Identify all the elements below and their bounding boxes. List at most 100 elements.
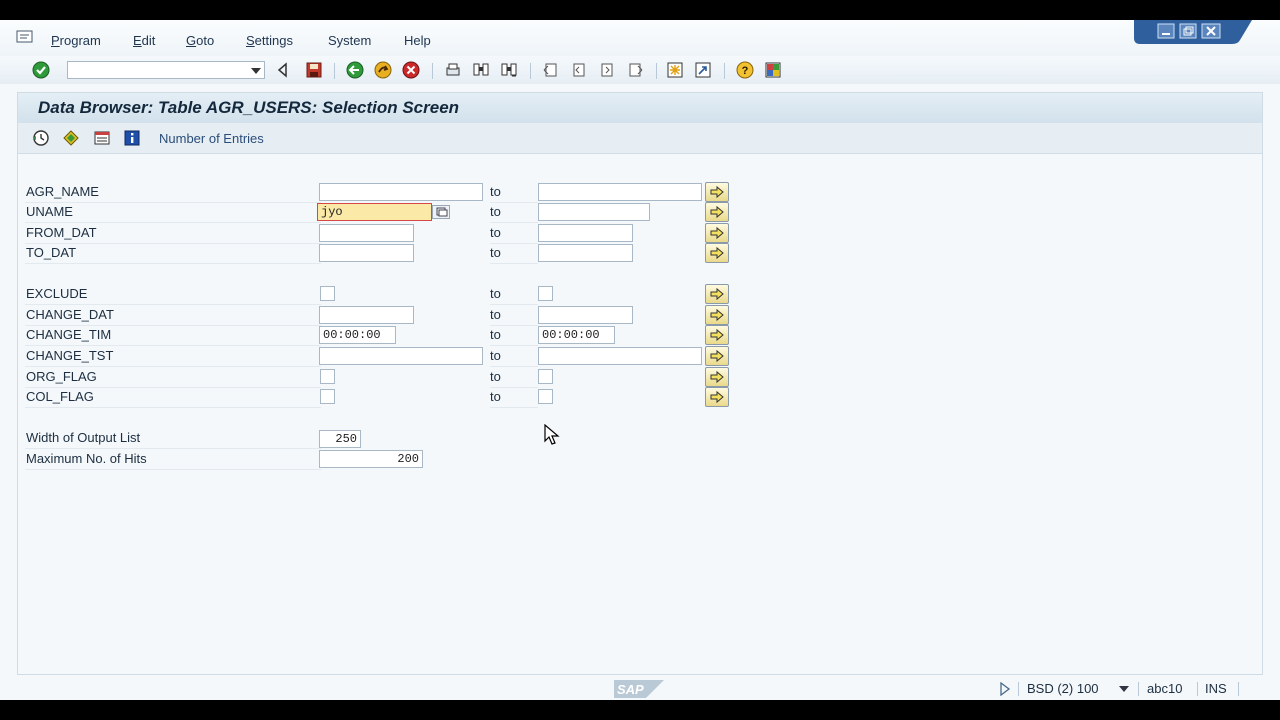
back-icon[interactable] (346, 61, 364, 79)
selection-screen: Data Browser: Table AGR_USERS: Selection… (17, 92, 1263, 675)
label-max-hits: Maximum No. of Hits (25, 450, 321, 470)
previous-page-icon[interactable] (570, 61, 588, 79)
create-session-icon[interactable] (666, 61, 684, 79)
close-icon[interactable] (1201, 23, 1221, 39)
max-hits-input[interactable]: 200 (319, 450, 423, 468)
print-icon[interactable] (444, 61, 462, 79)
menu-system[interactable]: System (328, 33, 371, 48)
help-icon[interactable]: ? (736, 61, 754, 79)
title-bar: Data Browser: Table AGR_USERS: Selection… (18, 93, 1262, 123)
org-flag-high-checkbox[interactable] (538, 369, 553, 384)
sap-window: Program Edit Goto Settings System Help ?… (0, 20, 1280, 700)
sap-logo: SAP (614, 680, 664, 698)
shortcut-icon[interactable] (694, 61, 712, 79)
uname-low-input[interactable]: jyo (317, 203, 432, 221)
col-flag-multiple-selection-button[interactable] (705, 387, 729, 407)
to-label: to (490, 183, 538, 203)
find-icon[interactable] (472, 61, 490, 79)
label-uname: UNAME (25, 203, 321, 223)
minimize-icon[interactable] (1157, 23, 1175, 39)
multiple-selection-icon[interactable] (93, 129, 111, 147)
toolbar-separator (530, 63, 531, 79)
change-dat-high-input[interactable] (538, 306, 633, 324)
from-dat-high-input[interactable] (538, 224, 633, 242)
change-tst-high-input[interactable] (538, 347, 702, 365)
org-flag-low-checkbox[interactable] (320, 369, 335, 384)
change-tim-low-input[interactable]: 00:00:00 (319, 326, 396, 344)
layout-icon[interactable] (764, 61, 782, 79)
first-page-icon[interactable] (542, 61, 560, 79)
menu-settings-rest: ettings (254, 33, 293, 48)
change-dat-multiple-selection-button[interactable] (705, 305, 729, 325)
menu-program-key: P (51, 33, 60, 48)
change-tim-multiple-selection-button[interactable] (705, 325, 729, 345)
menu-edit[interactable]: Edit (133, 33, 155, 48)
change-tst-low-input[interactable] (319, 347, 483, 365)
from-dat-multiple-selection-button[interactable] (705, 223, 729, 243)
menu-goto[interactable]: Goto (186, 33, 214, 48)
to-label: to (490, 368, 538, 388)
arrow-right-icon (710, 246, 724, 260)
menu-help[interactable]: Help (404, 33, 431, 48)
col-flag-high-checkbox[interactable] (538, 389, 553, 404)
agr-name-high-input[interactable] (538, 183, 702, 201)
menu-settings[interactable]: Settings (246, 33, 293, 48)
arrow-right-icon (710, 205, 724, 219)
toolbar-separator (656, 63, 657, 79)
menu-program[interactable]: Program (51, 33, 101, 48)
number-of-entries-button[interactable]: Number of Entries (159, 131, 264, 146)
server-info: abc10 (1147, 681, 1183, 696)
execute-icon[interactable] (32, 129, 50, 147)
next-page-icon[interactable] (598, 61, 616, 79)
exit-icon[interactable] (374, 61, 392, 79)
label-exclude: EXCLUDE (25, 285, 321, 305)
chevron-down-icon[interactable] (1119, 686, 1129, 693)
arrow-right-icon (710, 328, 724, 342)
org-flag-multiple-selection-button[interactable] (705, 367, 729, 387)
label-change-tim: CHANGE_TIM (25, 326, 321, 346)
cancel-icon[interactable] (402, 61, 420, 79)
menu-icon[interactable] (16, 30, 34, 44)
label-output-width: Width of Output List (25, 429, 321, 449)
standard-toolbar: ? (0, 56, 1280, 84)
agr-name-multiple-selection-button[interactable] (705, 182, 729, 202)
info-icon[interactable] (123, 129, 141, 147)
command-field[interactable] (67, 61, 265, 79)
menu-goto-key: G (186, 33, 197, 48)
col-flag-low-checkbox[interactable] (320, 389, 335, 404)
to-label: to (490, 306, 538, 326)
label-agr-name: AGR_NAME (25, 183, 321, 203)
last-page-icon[interactable] (626, 61, 644, 79)
change-tst-multiple-selection-button[interactable] (705, 346, 729, 366)
menu-bar: Program Edit Goto Settings System Help (0, 20, 1280, 56)
uname-multiple-selection-button[interactable] (705, 202, 729, 222)
to-dat-high-input[interactable] (538, 244, 633, 262)
play-triangle-icon[interactable] (999, 682, 1011, 696)
label-to-dat: TO_DAT (25, 244, 321, 264)
find-next-icon[interactable] (500, 61, 518, 79)
change-tim-high-input[interactable]: 00:00:00 (538, 326, 615, 344)
selection-options-icon[interactable] (62, 129, 80, 147)
to-dat-multiple-selection-button[interactable] (705, 243, 729, 263)
to-label: to (490, 244, 538, 264)
sap-logo-text: SAP (617, 682, 644, 697)
change-dat-low-input[interactable] (319, 306, 414, 324)
menu-help-key: H (404, 33, 414, 48)
uname-value-help-button[interactable] (432, 205, 450, 219)
arrow-right-icon (710, 390, 724, 404)
exclude-multiple-selection-button[interactable] (705, 284, 729, 304)
from-dat-low-input[interactable] (319, 224, 414, 242)
back-nav-icon[interactable] (274, 61, 292, 79)
agr-name-low-input[interactable] (319, 183, 483, 201)
to-dat-low-input[interactable] (319, 244, 414, 262)
restore-icon[interactable] (1179, 23, 1197, 39)
save-icon[interactable] (305, 61, 323, 79)
exclude-high-checkbox[interactable] (538, 286, 553, 301)
status-separator (1238, 682, 1239, 696)
output-width-input[interactable]: 250 (319, 430, 361, 448)
chevron-down-icon[interactable] (251, 68, 261, 74)
enter-icon[interactable] (32, 61, 50, 79)
exclude-low-checkbox[interactable] (320, 286, 335, 301)
uname-high-input[interactable] (538, 203, 650, 221)
toolbar-separator (334, 63, 335, 79)
